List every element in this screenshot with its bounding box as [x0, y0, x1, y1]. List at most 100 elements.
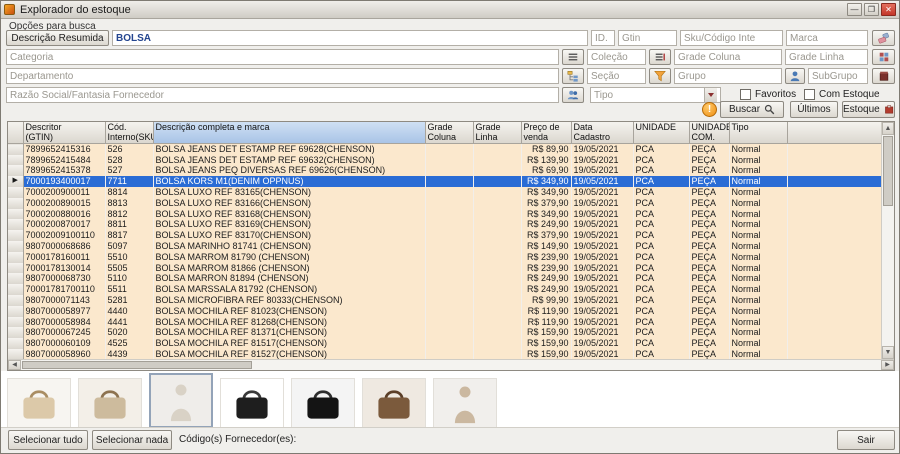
- colecao-lookup-button[interactable]: [649, 49, 671, 65]
- column-header-unidade_com[interactable]: UNIDADECOM.: [689, 122, 729, 144]
- buscar-button[interactable]: Buscar: [720, 101, 784, 118]
- product-thumbnail-bolsa-bege-alcas[interactable]: [7, 378, 71, 428]
- colecao-input[interactable]: [587, 49, 646, 65]
- row-selector[interactable]: [8, 252, 23, 263]
- estoque-button[interactable]: Estoque: [842, 101, 895, 118]
- row-selector[interactable]: [8, 165, 23, 176]
- gtin-input[interactable]: [618, 30, 677, 46]
- grade-lookup-button[interactable]: [872, 49, 895, 65]
- vertical-scrollbar-track[interactable]: [882, 207, 894, 346]
- scroll-left-icon[interactable]: ◀: [8, 360, 21, 370]
- grade-linha-input[interactable]: [785, 49, 868, 65]
- row-selector[interactable]: [8, 263, 23, 274]
- row-selector[interactable]: [8, 317, 23, 328]
- column-header-data[interactable]: DataCadastro: [571, 122, 633, 144]
- marca-input[interactable]: [786, 30, 868, 46]
- table-row[interactable]: 7899652415378527BOLSA JEANS PEQ DIVERSAS…: [8, 165, 881, 176]
- table-row[interactable]: 70002009000118814BOLSA LUXO REF 83165(CH…: [8, 187, 881, 198]
- column-header-sku[interactable]: Cód.Interno(SKU): [105, 122, 153, 144]
- row-selector[interactable]: [8, 284, 23, 295]
- table-row[interactable]: 70001781600115510BOLSA MARROM 81790 (CHE…: [8, 252, 881, 263]
- row-selector[interactable]: [8, 155, 23, 166]
- id-input[interactable]: [591, 30, 615, 46]
- table-row[interactable]: 98070000589774440BOLSA MOCHILA REF 81023…: [8, 306, 881, 317]
- clear-filters-button[interactable]: [872, 30, 895, 46]
- close-button[interactable]: ✕: [881, 3, 896, 16]
- horizontal-scrollbar-thumb[interactable]: [22, 361, 252, 369]
- vertical-scrollbar-thumb[interactable]: [883, 136, 893, 206]
- scroll-up-icon[interactable]: ▲: [882, 122, 894, 135]
- row-selector[interactable]: [8, 327, 23, 338]
- tipo-select[interactable]: Tipo: [590, 87, 721, 103]
- table-row[interactable]: 70001781300145505BOLSA MARROM 81866 (CHE…: [8, 263, 881, 274]
- descricao-resumida-input[interactable]: [112, 30, 588, 46]
- departamento-input[interactable]: [6, 68, 559, 84]
- grupo-lookup-button[interactable]: [785, 68, 805, 84]
- grupo-input[interactable]: [674, 68, 782, 84]
- product-thumbnail-bolsa-preta-tote[interactable]: [291, 378, 355, 428]
- fornecedor-lookup-button[interactable]: [562, 87, 584, 103]
- table-row[interactable]: 98070000601094525BOLSA MOCHILA REF 81517…: [8, 338, 881, 349]
- column-header-gtin[interactable]: Descritor(GTIN): [23, 122, 105, 144]
- row-selector[interactable]: [8, 209, 23, 220]
- column-header-tipo[interactable]: Tipo: [729, 122, 787, 144]
- table-row[interactable]: 70002008700178811BOLSA LUXO REF 83169(CH…: [8, 219, 881, 230]
- vertical-scrollbar[interactable]: ▲ ▼: [881, 122, 894, 359]
- table-row[interactable]: ▶70001934000177711BOLSA KORS M1(DENIM OP…: [8, 176, 881, 187]
- selecionar-tudo-button[interactable]: Selecionar tudo: [8, 430, 88, 450]
- table-row[interactable]: 70002008800168812BOLSA LUXO REF 83168(CH…: [8, 209, 881, 220]
- subgrupo-input[interactable]: [808, 68, 868, 84]
- sair-button[interactable]: Sair: [837, 430, 895, 450]
- horizontal-scrollbar-track[interactable]: [253, 360, 881, 370]
- row-selector[interactable]: [8, 219, 23, 230]
- row-selector[interactable]: [8, 295, 23, 306]
- row-selector[interactable]: [8, 198, 23, 209]
- table-row[interactable]: 98070000589604439BOLSA MOCHILA REF 81527…: [8, 349, 881, 359]
- product-thumbnail-bolsa-preta[interactable]: [220, 378, 284, 428]
- row-selector[interactable]: [8, 349, 23, 359]
- horizontal-scrollbar[interactable]: ◀ ▶: [8, 359, 894, 370]
- com-estoque-checkbox[interactable]: Com Estoque: [804, 89, 880, 100]
- minimize-button[interactable]: —: [847, 3, 862, 16]
- row-selector[interactable]: [8, 273, 23, 284]
- secao-filter-button[interactable]: [649, 68, 671, 84]
- column-header-grade_coluna[interactable]: GradeColuna: [425, 122, 473, 144]
- row-selector[interactable]: [8, 306, 23, 317]
- row-selector[interactable]: [8, 187, 23, 198]
- sku-input[interactable]: [680, 30, 783, 46]
- categoria-input[interactable]: [6, 49, 559, 65]
- row-selector[interactable]: [8, 144, 23, 155]
- table-row[interactable]: 98070000686865097BOLSA MARINHO 81741 (CH…: [8, 241, 881, 252]
- table-row[interactable]: 98070000687305110BOLSA MARRON 81894 (CHE…: [8, 273, 881, 284]
- descricao-resumida-button[interactable]: Descrição Resumida: [6, 30, 109, 46]
- categoria-lookup-button[interactable]: [562, 49, 584, 65]
- maximize-button[interactable]: ❐: [864, 3, 879, 16]
- table-row[interactable]: 98070000672455020BOLSA MOCHILA REF 81371…: [8, 327, 881, 338]
- favoritos-checkbox[interactable]: Favoritos: [740, 89, 796, 100]
- table-row[interactable]: 7899652415484528BOLSA JEANS DET ESTAMP R…: [8, 155, 881, 166]
- selecionar-nada-button[interactable]: Selecionar nada: [92, 430, 172, 450]
- product-thumbnail-foto-modelo-branco[interactable]: [149, 373, 213, 428]
- column-header-desc[interactable]: Descrição completa e marca: [153, 122, 425, 144]
- row-selector[interactable]: [8, 241, 23, 252]
- subgrupo-lookup-button[interactable]: [872, 68, 895, 84]
- product-thumbnail-foto-modelo-bolsa-marrom[interactable]: [433, 378, 497, 428]
- column-header-preco[interactable]: Preço devenda: [521, 122, 571, 144]
- ultimos-button[interactable]: Últimos: [790, 101, 838, 118]
- column-header-filler[interactable]: [787, 122, 881, 144]
- table-row[interactable]: 700017817001105511BOLSA MARSSALA 81792 (…: [8, 284, 881, 295]
- product-thumbnail-bolsa-bege[interactable]: [78, 378, 142, 428]
- row-selector[interactable]: [8, 338, 23, 349]
- column-header-unidade[interactable]: UNIDADE: [633, 122, 689, 144]
- fornecedor-input[interactable]: [6, 87, 559, 103]
- table-row[interactable]: 98070000711435281BOLSA MICROFIBRA REF 80…: [8, 295, 881, 306]
- scroll-down-icon[interactable]: ▼: [882, 346, 894, 359]
- scroll-right-icon[interactable]: ▶: [881, 360, 894, 370]
- table-row[interactable]: 7899652415316526BOLSA JEANS DET ESTAMP R…: [8, 144, 881, 155]
- alert-button[interactable]: !: [702, 102, 717, 117]
- table-row[interactable]: 98070000589844441BOLSA MOCHILA REF 81268…: [8, 317, 881, 328]
- row-selector[interactable]: ▶: [8, 176, 23, 187]
- column-header-grade_linha[interactable]: GradeLinha: [473, 122, 521, 144]
- grade-coluna-input[interactable]: [674, 49, 782, 65]
- row-selector[interactable]: [8, 230, 23, 241]
